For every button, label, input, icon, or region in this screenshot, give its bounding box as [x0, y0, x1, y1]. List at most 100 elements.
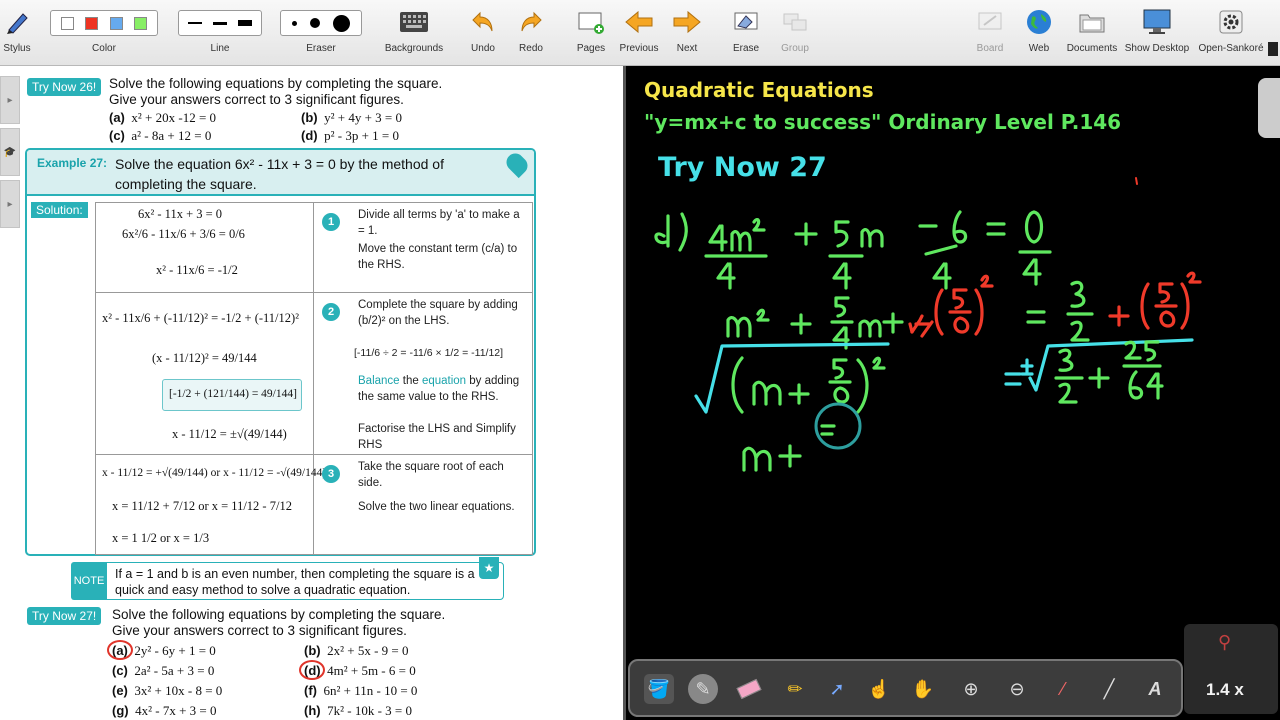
group-icon: [778, 6, 812, 38]
try26-instruction-2: Give your answers correct to 3 significa…: [109, 92, 404, 107]
pen-tool-icon[interactable]: ✎: [688, 674, 718, 704]
previous-button[interactable]: Previous: [616, 0, 662, 66]
stylus-tool[interactable]: Stylus: [0, 0, 34, 66]
note-text: If a = 1 and b is an even number, then c…: [115, 567, 475, 597]
example-title: Solve the equation 6x² - 11x + 3 = 0 by …: [115, 156, 444, 192]
magnifier-icon: ⚲: [1218, 632, 1232, 652]
side-tab-courses[interactable]: 🎓: [0, 128, 20, 176]
zoom-in-icon[interactable]: ⊕: [956, 674, 986, 704]
paint-bucket-icon[interactable]: 🪣: [644, 674, 674, 704]
arrow-right-icon: [670, 6, 704, 38]
try27-item-b: (b) 2x² + 5x - 9 = 0: [304, 643, 409, 658]
star-icon: ★: [479, 557, 499, 579]
solution-row-2: x² - 11x/6 + (-11/12)² = -1/2 + (-11/12)…: [96, 293, 532, 455]
try26-item-d: (d) p² - 3p + 1 = 0: [301, 128, 399, 143]
whiteboard[interactable]: Quadratic Equations "y=mx+c to success" …: [623, 66, 1280, 720]
try-now-26-tag: Try Now 26!: [27, 78, 102, 96]
arrow-left-icon: [622, 6, 656, 38]
line-thin[interactable]: [188, 22, 203, 24]
note-box: NOTE If a = 1 and b is an even number, t…: [71, 557, 504, 600]
keyboard-icon: [397, 6, 431, 38]
highlighter-icon[interactable]: ✏: [780, 674, 810, 704]
gear-icon: [1214, 6, 1248, 38]
color-tool: Color: [48, 0, 160, 66]
textbook-page: ▸ 🎓 ▸ Try Now 26! Solve the following eq…: [0, 66, 623, 720]
step-1-icon: 1: [322, 213, 340, 231]
erase-button[interactable]: Erase: [726, 0, 766, 66]
eraser-large[interactable]: [333, 14, 351, 32]
step-2-icon: 2: [322, 303, 340, 321]
line-thick[interactable]: [237, 20, 252, 26]
web-button[interactable]: Web: [1020, 0, 1058, 66]
library-side-tabs: ▸ 🎓 ▸: [0, 76, 20, 232]
zoom-level: 1.4 x: [1206, 680, 1244, 699]
try27-item-e: (e) 3x² + 10x - 8 = 0: [112, 683, 223, 698]
try26-item-a: (a) x² + 20x -12 = 0: [109, 110, 217, 125]
pointer-icon[interactable]: ➚: [822, 674, 852, 704]
balance-highlight-box: [-1/2 + (121/144) = 49/144]: [162, 379, 302, 411]
right-panel-handle[interactable]: [1258, 78, 1280, 138]
open-sankore-button[interactable]: Open-Sankoré: [1196, 0, 1266, 66]
eraser-icon[interactable]: [734, 674, 764, 704]
main-toolbar: Stylus Color Line Eraser Backgrounds Und…: [0, 0, 1280, 66]
try27-instruction-1: Solve the following equations by complet…: [112, 607, 446, 622]
undo-button[interactable]: Undo: [464, 0, 502, 66]
location-pin-icon: [502, 149, 532, 179]
hand-pan-icon[interactable]: ✋: [908, 674, 938, 704]
board-button[interactable]: Board: [970, 0, 1010, 66]
side-tab-library[interactable]: ▸: [0, 180, 20, 228]
next-button[interactable]: Next: [668, 0, 706, 66]
line-draw-icon[interactable]: ╱: [1094, 674, 1124, 704]
eraser-tool: Eraser: [278, 0, 364, 66]
try27-item-c: (c) 2a² - 5a + 3 = 0: [112, 663, 215, 678]
color-swatches: [50, 10, 158, 36]
line-medium[interactable]: [212, 21, 227, 25]
solution-tag: Solution:: [31, 202, 88, 218]
color-red[interactable]: [85, 16, 99, 30]
eraser-small[interactable]: [291, 20, 297, 26]
floating-tool-palette: 🪣 ✎ ✏ ➚ ☝ ✋ ⊕ ⊖ ⁄ ╱ A: [628, 659, 1183, 717]
example-header: Example 27: Solve the equation 6x² - 11x…: [27, 149, 534, 196]
sankore-window: Stylus Color Line Eraser Backgrounds Und…: [0, 0, 1280, 720]
erase-board-icon: [729, 6, 763, 38]
try27-item-f: (f) 6n² + 11n - 10 = 0: [304, 683, 418, 698]
text-tool-icon[interactable]: A: [1140, 674, 1170, 704]
laser-pointer-icon[interactable]: ⁄: [1048, 674, 1078, 704]
step-3-icon: 3: [322, 465, 340, 483]
show-desktop-button[interactable]: Show Desktop: [1124, 0, 1190, 66]
stylus-icon: [0, 6, 34, 38]
group-button[interactable]: Group: [774, 0, 816, 66]
solution-row-1: 6x² - 11x + 3 = 0 6x²/6 - 11x/6 + 3/6 = …: [96, 203, 532, 293]
try26-item-b: (b) y² + 4y + 3 = 0: [301, 110, 403, 125]
magic-hand-icon[interactable]: ☝: [864, 674, 894, 704]
try27-item-h: (h) 7k² - 10k - 3 = 0: [304, 703, 412, 718]
board-icon: [973, 6, 1007, 38]
handwriting-ink: [654, 177, 1202, 472]
side-tab-pages[interactable]: ▸: [0, 76, 20, 124]
redo-button[interactable]: Redo: [512, 0, 550, 66]
line-tool: Line: [176, 0, 264, 66]
undo-icon: [466, 6, 500, 38]
color-blue[interactable]: [109, 16, 123, 30]
eraser-sizes: [280, 10, 362, 36]
try27-instruction-2: Give your answers correct to 3 significa…: [112, 623, 407, 638]
ink-circle-a: [107, 640, 133, 660]
pages-button[interactable]: Pages: [570, 0, 612, 66]
add-page-icon: [574, 6, 608, 38]
try-now-27-tag: Try Now 27!: [27, 607, 102, 625]
color-white[interactable]: [60, 16, 74, 30]
redo-icon: [514, 6, 548, 38]
zoom-out-icon[interactable]: ⊖: [1002, 674, 1032, 704]
color-green[interactable]: [134, 16, 148, 30]
documents-button[interactable]: Documents: [1064, 0, 1120, 66]
toolbar-collapse-handle[interactable]: [1268, 42, 1278, 56]
zoom-indicator: ⚲ 1.4 x: [1184, 624, 1278, 714]
backgrounds-button[interactable]: Backgrounds: [384, 0, 444, 66]
try26-instruction-1: Solve the following equations by complet…: [109, 76, 443, 91]
note-tag: NOTE: [71, 562, 107, 600]
solution-row-3: x - 11/12 = +√(49/144) or x - 11/12 = -√…: [96, 455, 532, 555]
eraser-medium[interactable]: [309, 18, 320, 28]
folder-icon: [1075, 6, 1109, 38]
ink-circle-d: [299, 660, 325, 680]
line-widths: [178, 10, 262, 36]
